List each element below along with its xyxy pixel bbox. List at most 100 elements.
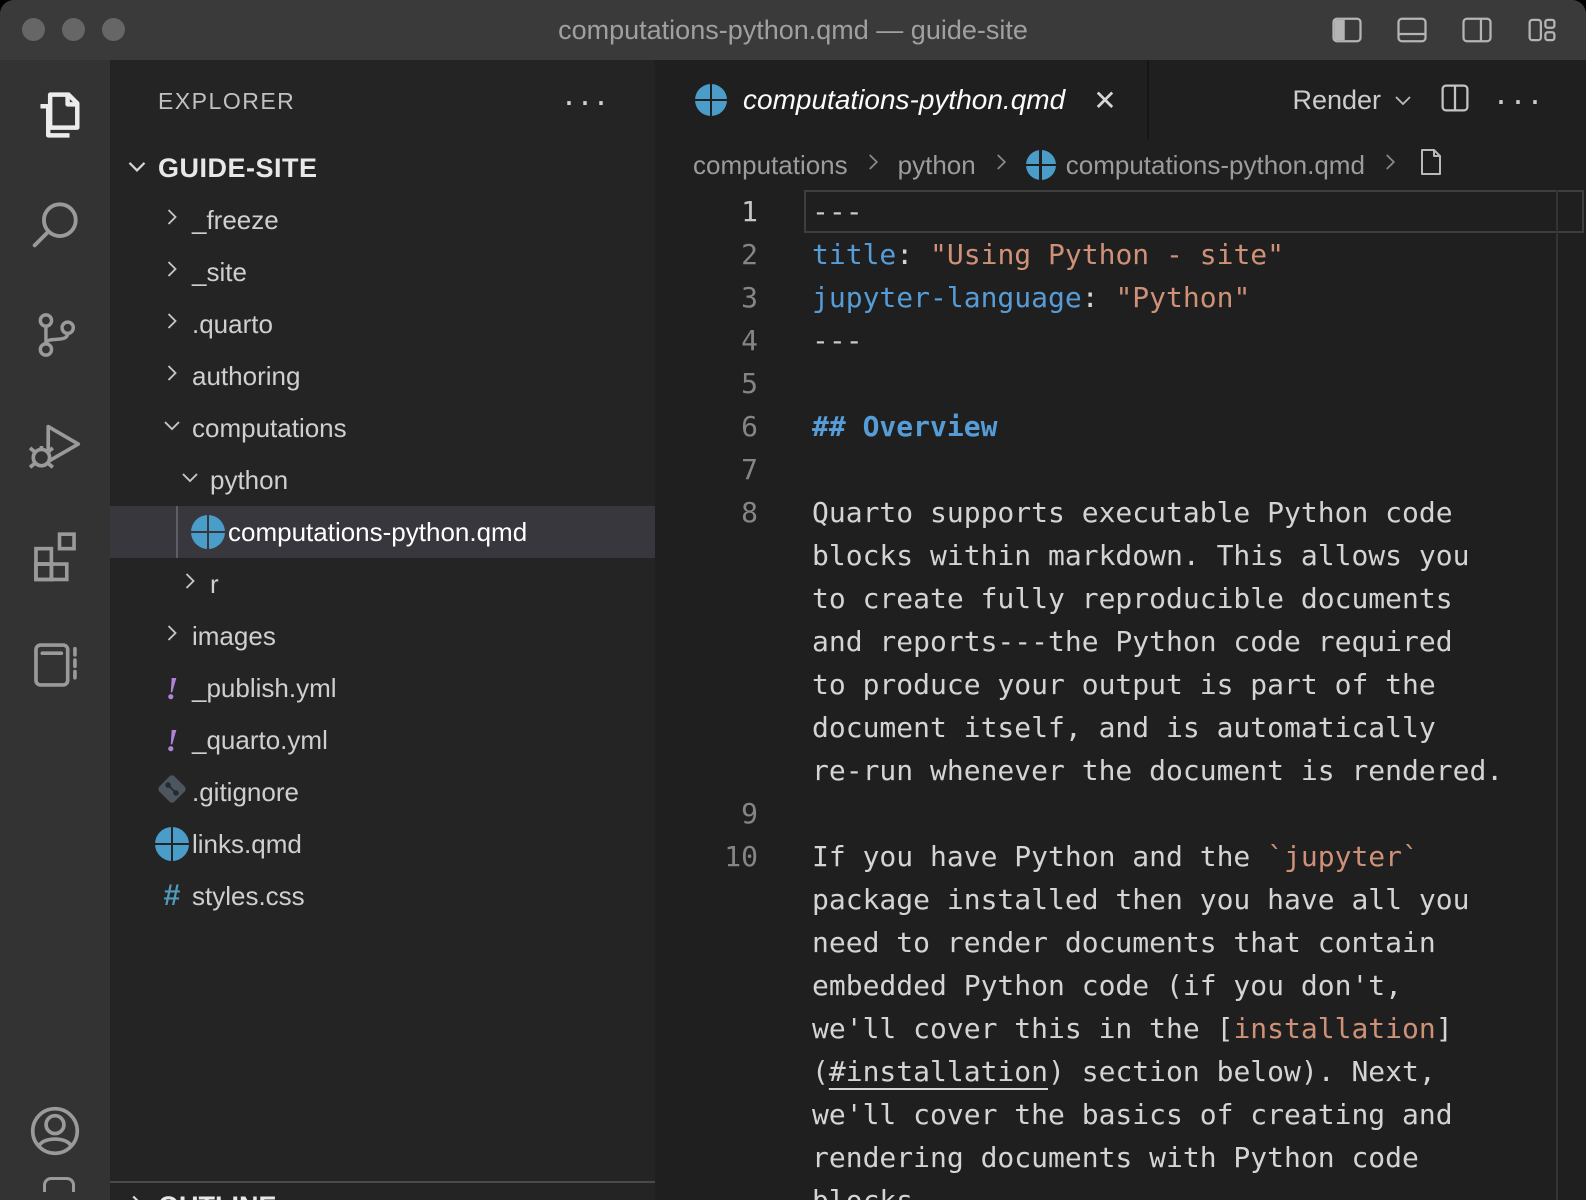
account-icon[interactable]: [0, 1076, 110, 1186]
editor-ruler: [1556, 190, 1558, 1200]
toggle-primary-sidebar-icon[interactable]: [1329, 12, 1365, 48]
code-line-content: If you have Python and the `jupyter`: [812, 840, 1419, 873]
line-number: 2: [655, 238, 758, 271]
tree-item-label: _quarto.yml: [192, 725, 328, 756]
toggle-panel-icon[interactable]: [1394, 12, 1430, 48]
tree-folder--freeze[interactable]: _freeze: [110, 194, 655, 246]
section-guide-site[interactable]: GUIDE-SITE: [110, 142, 655, 194]
chevron-right-icon: [158, 255, 186, 290]
code-line-content: blocks within markdown. This allows you: [812, 539, 1469, 572]
tree-file-links-qmd[interactable]: links.qmd: [110, 818, 655, 870]
customize-layout-icon[interactable]: [1524, 12, 1560, 48]
search-icon[interactable]: [0, 170, 110, 280]
tree-item-label: r: [210, 569, 219, 600]
tree-folder-images[interactable]: images: [110, 610, 655, 662]
tree-file-computations-python-qmd[interactable]: computations-python.qmd: [110, 506, 655, 558]
toggle-secondary-sidebar-icon[interactable]: [1459, 12, 1495, 48]
editor-more-actions-icon[interactable]: ···: [1495, 90, 1546, 110]
line-number: 1: [655, 195, 758, 228]
code-line: we'll cover this in the [installation]: [655, 1007, 1586, 1050]
settings-gear-icon[interactable]: [43, 1177, 75, 1192]
code-line: 10 If you have Python and the `jupyter`: [655, 835, 1586, 878]
code-line-content: to produce your output is part of the: [812, 668, 1436, 701]
code-line: blocks within markdown. This allows you: [655, 534, 1586, 577]
code-line: need to render documents that contain: [655, 921, 1586, 964]
tab-computations-python[interactable]: computations-python.qmd ✕: [655, 60, 1149, 140]
code-line-content: re-run whenever the document is rendered…: [812, 754, 1503, 787]
explorer-more-actions-icon[interactable]: ···: [563, 91, 611, 111]
line-number: 6: [655, 410, 758, 443]
tree-file--quarto-yml[interactable]: ! _quarto.yml: [110, 714, 655, 766]
tree-folder--site[interactable]: _site: [110, 246, 655, 298]
code-line: rendering documents with Python code: [655, 1136, 1586, 1179]
code-line: (#installation) section below). Next,: [655, 1050, 1586, 1093]
line-number: 3: [655, 281, 758, 314]
code-line: we'll cover the basics of creating and: [655, 1093, 1586, 1136]
layout-controls: [1329, 12, 1560, 48]
code-line: 1---: [655, 190, 1586, 233]
quarto-file-icon: [695, 84, 727, 116]
quarto-file-icon: [191, 515, 225, 549]
breadcrumb-item-python[interactable]: python: [898, 150, 976, 181]
breadcrumb-label: computations: [693, 150, 848, 181]
section-label: GUIDE-SITE: [158, 153, 318, 184]
code-line: and reports---the Python code required: [655, 620, 1586, 663]
code-line-content: ## Overview: [812, 410, 997, 443]
chevron-down-icon: [176, 463, 204, 498]
code-line-content: we'll cover this in the [installation]: [812, 1012, 1453, 1045]
tree-item-label: computations-python.qmd: [228, 517, 527, 548]
breadcrumb-item-computations-python-qmd[interactable]: computations-python.qmd: [1026, 150, 1365, 181]
render-button[interactable]: Render: [1292, 85, 1415, 116]
code-line: to create fully reproducible documents: [655, 577, 1586, 620]
vscode-window: computations-python.qmd — guide-site: [0, 0, 1586, 1200]
chevron-right-icon: [158, 619, 186, 654]
yaml-file-icon: !: [166, 722, 178, 759]
render-label: Render: [1292, 85, 1381, 116]
chevron-down-icon: [158, 411, 186, 446]
chevron-right-icon: [158, 359, 186, 394]
code-line: blocks.: [655, 1179, 1586, 1200]
line-number: 5: [655, 367, 758, 400]
breadcrumb-item-computations[interactable]: computations: [693, 150, 848, 181]
code-line: 2 title: "Using Python - site": [655, 233, 1586, 276]
breadcrumb-separator-icon: [1377, 149, 1403, 182]
code-line: package installed then you have all you: [655, 878, 1586, 921]
tree-file--publish-yml[interactable]: !_publish.yml: [110, 662, 655, 714]
code-line-content: we'll cover the basics of creating and: [812, 1098, 1453, 1131]
outline-section[interactable]: OUTLINE: [110, 1181, 655, 1200]
code-line-content: document itself, and is automatically: [812, 711, 1436, 744]
notebook-icon[interactable]: [0, 610, 110, 720]
code-line-content: title: "Using Python - site": [812, 238, 1284, 271]
breadcrumb-separator-icon: [988, 149, 1014, 182]
code-line: document itself, and is automatically: [655, 706, 1586, 749]
code-line-content: need to render documents that contain: [812, 926, 1436, 959]
extensions-icon[interactable]: [0, 500, 110, 610]
code-editor[interactable]: 1---2title: "Using Python - site"3jupyte…: [655, 190, 1586, 1200]
tree-folder--quarto[interactable]: .quarto: [110, 298, 655, 350]
split-editor-icon[interactable]: [1437, 80, 1473, 121]
title-bar: computations-python.qmd — guide-site: [0, 0, 1586, 60]
tree-item-label: _site: [192, 257, 247, 288]
line-number: 10: [655, 840, 758, 873]
code-line: 4---: [655, 319, 1586, 362]
code-line: 7: [655, 448, 1586, 491]
tree-folder-r[interactable]: r: [110, 558, 655, 610]
close-tab-icon[interactable]: ✕: [1093, 84, 1116, 117]
code-line: to produce your output is part of the: [655, 663, 1586, 706]
breadcrumb-label: python: [898, 150, 976, 181]
run-and-debug-icon[interactable]: [0, 390, 110, 500]
tree-folder-python[interactable]: python: [110, 454, 655, 506]
code-line: 5: [655, 362, 1586, 405]
code-line-content: rendering documents with Python code: [812, 1141, 1419, 1174]
line-number: 7: [655, 453, 758, 486]
tree-folder-authoring[interactable]: authoring: [110, 350, 655, 402]
tree-file--gitignore[interactable]: .gitignore: [110, 766, 655, 818]
quarto-file-icon: [1026, 150, 1056, 180]
tree-item-label: _publish.yml: [192, 673, 337, 704]
source-control-icon[interactable]: [0, 280, 110, 390]
tree-folder-computations[interactable]: computations: [110, 402, 655, 454]
explorer-header: EXPLORER: [158, 88, 295, 115]
tree-file-styles-css[interactable]: #styles.css: [110, 870, 655, 922]
explorer-icon[interactable]: [0, 60, 110, 170]
activity-bar: [0, 60, 110, 1200]
